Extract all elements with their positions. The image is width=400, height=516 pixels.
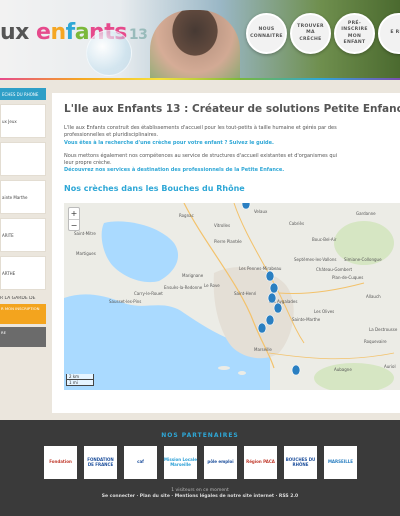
logo-text-main: ux bbox=[0, 20, 37, 45]
sidebar-item[interactable]: ainte Marthe bbox=[0, 180, 46, 214]
main-content: L'Ile aux Enfants 13 : Créateur de solut… bbox=[52, 93, 400, 413]
zoom-in-button[interactable]: + bbox=[69, 208, 79, 219]
logo-letter: f bbox=[65, 20, 76, 45]
nav-nous-connaitre[interactable]: NOUS CONNAITRE bbox=[246, 13, 287, 54]
creche-marker-icon[interactable] bbox=[291, 364, 301, 376]
page-title: L'Ile aux Enfants 13 : Créateur de solut… bbox=[64, 103, 400, 115]
partners-title: NOS PARTENAIRES bbox=[161, 432, 239, 439]
nav-trouver-creche[interactable]: TROUVER MA CRÈCHE bbox=[290, 13, 331, 54]
creche-marker-icon[interactable] bbox=[265, 314, 275, 326]
map-label: Sausset-les-Pins bbox=[109, 299, 141, 304]
map-label: Le Rove bbox=[204, 283, 220, 288]
map-label: Septèmes-les-Vallons bbox=[294, 257, 336, 262]
partner-logo[interactable]: pôle emploi bbox=[204, 446, 237, 479]
map-label: Roquevaire bbox=[364, 339, 387, 344]
nav-pre-inscrire[interactable]: PRÉ-INSCRIRE MON ENFANT bbox=[334, 13, 375, 54]
map-label: Les Olives bbox=[314, 309, 334, 314]
partner-logo[interactable]: Mission Locale Marseille bbox=[164, 446, 197, 479]
sidebar-item[interactable]: ux Jeux bbox=[0, 104, 46, 138]
map-label: Martigues bbox=[76, 251, 96, 256]
map-label: Cabriès bbox=[289, 221, 304, 226]
partner-logo[interactable]: BOUCHES DU RHÔNE bbox=[284, 446, 317, 479]
sidebar-item[interactable] bbox=[0, 142, 46, 176]
map-label: Plan-de-Cuques bbox=[332, 275, 363, 280]
services-line: Nous mettons également nos compétences a… bbox=[64, 152, 338, 159]
partner-logo[interactable]: MARSEILLE bbox=[324, 446, 357, 479]
park-area bbox=[314, 363, 394, 390]
visitors-count: 1 visiteurs en ce moment bbox=[171, 488, 229, 493]
map-label: Velaux bbox=[254, 209, 268, 214]
creche-marker-icon[interactable] bbox=[269, 282, 279, 294]
map-label: Saint-Henri bbox=[234, 291, 256, 296]
footer: NOS PARTENAIRES Fondation FONDATION DE FR… bbox=[0, 420, 400, 516]
creche-marker-icon[interactable] bbox=[257, 322, 267, 334]
nav-espace[interactable]: E REC bbox=[378, 13, 400, 54]
highway bbox=[268, 352, 395, 360]
map-label: Rognac bbox=[179, 213, 194, 218]
creche-marker-icon[interactable] bbox=[273, 302, 283, 314]
map-label: Marignane bbox=[182, 273, 204, 278]
zoom-control: + − bbox=[68, 207, 80, 231]
highway bbox=[278, 282, 365, 294]
guide-link[interactable]: Vous êtes à la recherche d'une crèche po… bbox=[64, 140, 400, 147]
sidebar-item[interactable]: ARITE bbox=[0, 218, 46, 252]
section-title: Nos crèches dans les Bouches du Rhône bbox=[64, 183, 245, 193]
intro-line: L'Ile aux Enfants construit des établiss… bbox=[64, 125, 337, 131]
map-label: Château-Gombert bbox=[316, 267, 352, 272]
partner-logo[interactable]: caf bbox=[124, 446, 157, 479]
rainbow-divider bbox=[0, 78, 400, 80]
map-canvas: Martigues Marignane Vitrolles Les Pennes… bbox=[64, 203, 398, 390]
map-label: Simiane-Collongue bbox=[344, 257, 382, 262]
map-label: Sainte-Marthe bbox=[292, 317, 321, 322]
map-label: Vitrolles bbox=[214, 223, 230, 228]
creche-marker-icon[interactable] bbox=[267, 292, 277, 304]
sidebar-garde-text: R LA GARDE DE bbox=[0, 296, 36, 301]
map-label: Bouc-Bel-Air bbox=[312, 237, 337, 242]
creche-marker-icon[interactable] bbox=[241, 203, 251, 210]
map-label: Pierre Plantée bbox=[214, 239, 242, 244]
lake-area bbox=[101, 221, 179, 283]
map-label: Saint-Mitre bbox=[74, 231, 96, 236]
partners-logos: Fondation FONDATION DE FRANCE caf Mission L… bbox=[44, 446, 357, 479]
map-label: Carry-le-Rouet bbox=[134, 291, 163, 296]
sidebar-item[interactable]: ARTHE bbox=[0, 256, 46, 290]
intro-line: professionnelles et pluridisciplinaires. bbox=[64, 132, 159, 139]
map-label: Gardanne bbox=[356, 211, 376, 216]
map-label: Les Pennes-Mirabeau bbox=[239, 266, 282, 271]
map-label: Allauch bbox=[366, 294, 381, 299]
island bbox=[218, 366, 230, 370]
sidebar-heading[interactable]: ECHES DU RHONE bbox=[0, 88, 46, 100]
island bbox=[238, 371, 246, 375]
map-label: Marseille bbox=[254, 347, 272, 352]
partner-logo[interactable]: FONDATION DE FRANCE bbox=[84, 446, 117, 479]
logo-letter: n bbox=[50, 20, 66, 45]
soap-bubble-image bbox=[86, 30, 132, 76]
intro-paragraph: L'Ile aux Enfants construit des établiss… bbox=[64, 125, 400, 147]
logo-letter: a bbox=[74, 20, 90, 45]
creches-map[interactable]: Martigues Marignane Vitrolles Les Pennes… bbox=[64, 203, 400, 390]
sidebar: ECHES DU RHONE ux Jeux ainte Marthe ARIT… bbox=[0, 88, 46, 347]
creche-marker-icon[interactable] bbox=[265, 270, 275, 282]
services-link[interactable]: Découvrez nos services à destination des… bbox=[64, 167, 400, 174]
map-scale: 2 km 1 mi bbox=[66, 373, 94, 386]
partner-logo[interactable]: Fondation bbox=[44, 446, 77, 479]
zoom-out-button[interactable]: − bbox=[69, 219, 79, 230]
map-label: Ensuès-la-Redonne bbox=[164, 285, 203, 290]
inscription-button[interactable]: R MON INSCRIPTION bbox=[0, 304, 46, 324]
sidebar-grey-button[interactable]: RE bbox=[0, 327, 46, 347]
logo-number: 13 bbox=[128, 27, 148, 43]
scale-mi: 1 mi bbox=[66, 379, 94, 386]
map-label: Aubagne bbox=[334, 367, 352, 372]
header-banner: ux enfants13 NOUS CONNAITRE TROUVER MA C… bbox=[0, 0, 400, 80]
main-nav: NOUS CONNAITRE TROUVER MA CRÈCHE PRÉ-INS… bbox=[246, 13, 400, 54]
map-label: La Destrousse bbox=[369, 327, 398, 332]
footer-links[interactable]: Se connecter · Plan du site · Mentions l… bbox=[0, 494, 400, 499]
map-label: Auriol bbox=[384, 364, 396, 369]
services-paragraph: Nous mettons également nos compétences a… bbox=[64, 153, 400, 175]
partner-logo[interactable]: Région PACA bbox=[244, 446, 277, 479]
child-photo bbox=[150, 10, 240, 80]
logo-letter: e bbox=[36, 20, 51, 45]
